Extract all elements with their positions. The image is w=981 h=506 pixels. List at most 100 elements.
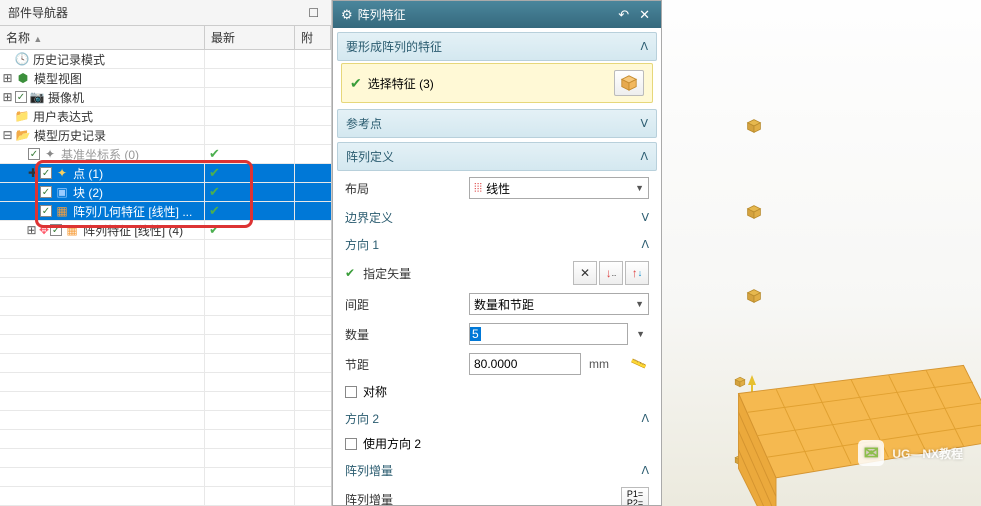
tree-row-csys[interactable]: ✦ 基准坐标系 (0) ✔ — [0, 145, 331, 164]
close-icon[interactable]: ☐ — [304, 6, 323, 20]
empty-row — [0, 487, 331, 506]
wechat-icon: ✉ — [858, 440, 884, 466]
gear-icon[interactable]: ⚙ — [341, 7, 353, 23]
count-input[interactable]: 5 — [469, 323, 628, 345]
chevron-up-icon: ᐱ — [641, 238, 649, 251]
small-cube — [746, 204, 762, 220]
pattern-feature-dialog: ⚙ 阵列特征 ↶ ✕ 要形成阵列的特征 ᐱ ✔ 选择特征 (3) — [332, 0, 662, 506]
empty-row — [0, 430, 331, 449]
chevron-up-icon: ᐱ — [640, 150, 648, 163]
pitch-unit: mm — [585, 357, 625, 371]
chevron-down-icon[interactable]: ▼ — [632, 329, 649, 339]
tree-row-pattern-feat[interactable]: ⊞ ✥ ▦ 阵列特征 [线性] (4) ✔ — [0, 221, 331, 240]
layout-label: 布局 — [345, 180, 465, 197]
col-latest[interactable]: 最新 — [205, 26, 295, 49]
navigator-title: 部件导航器 — [8, 4, 68, 21]
tree-row-pattern-geom[interactable]: ▦ 阵列几何特征 [线性] ... ✔ — [0, 202, 331, 221]
modelview-icon: ⬢ — [15, 70, 31, 86]
use-dir2-row[interactable]: 使用方向 2 — [333, 431, 661, 456]
check-icon: ✔ — [209, 146, 220, 162]
pattern-feat-icon: ▦ — [64, 222, 80, 238]
checkbox[interactable] — [40, 167, 52, 179]
model-block — [701, 316, 981, 506]
expand-icon[interactable]: ⊞ — [2, 73, 13, 84]
close-icon[interactable]: ✕ — [636, 7, 653, 23]
expand-icon[interactable]: ⊞ — [2, 92, 13, 103]
p1p2-button[interactable]: P1=P2= — [621, 487, 649, 505]
section-select-features[interactable]: 要形成阵列的特征 ᐱ — [337, 32, 657, 61]
undo-icon[interactable]: ↶ — [615, 7, 632, 23]
folder-icon: 📁 — [14, 108, 30, 124]
checkbox[interactable] — [345, 386, 357, 398]
section-pattern-def[interactable]: 阵列定义 ᐱ — [337, 142, 657, 171]
tree-row-block[interactable]: ▣ 块 (2) ✔ — [0, 183, 331, 202]
section-increment[interactable]: 阵列增量 ᐱ — [333, 456, 661, 483]
checkbox[interactable] — [40, 186, 52, 198]
spec-vector-row: ✔ 指定矢量 ✕ ↓.. ↑↓ — [333, 257, 661, 289]
plus-icon: ✚ — [28, 166, 38, 180]
small-cube — [746, 118, 762, 134]
section-boundary[interactable]: 边界定义 ᐯ — [333, 203, 661, 230]
dialog-title: 阵列特征 — [358, 6, 406, 23]
vector-reverse-button[interactable]: ✕ — [573, 261, 597, 285]
empty-row — [0, 335, 331, 354]
select-feature-button[interactable] — [614, 70, 644, 96]
section-dir2[interactable]: 方向 2 ᐱ — [333, 404, 661, 431]
checkbox[interactable] — [50, 224, 62, 236]
chevron-down-icon: ᐯ — [640, 117, 648, 130]
check-icon: ✔ — [350, 75, 362, 92]
spacing-label: 间距 — [345, 296, 465, 313]
tree-row-history-mode[interactable]: 🕓 历史记录模式 — [0, 50, 331, 69]
pitch-row: 节距 mm 📏 — [333, 349, 661, 379]
pitch-label: 节距 — [345, 356, 465, 373]
check-icon: ✔ — [209, 184, 220, 200]
select-feature-row[interactable]: ✔ 选择特征 (3) — [341, 63, 653, 103]
symmetry-row[interactable]: 对称 — [333, 379, 661, 404]
layout-dropdown[interactable]: ⦙⦙⦙ 线性 ▼ — [469, 177, 649, 199]
navigator-columns: 名称 ▲ 最新 附 — [0, 26, 331, 50]
graphics-viewport[interactable]: ✉ UG—NX教程 — [662, 0, 981, 506]
ruler-icon[interactable]: 📏 — [627, 354, 651, 374]
checkbox[interactable] — [345, 438, 357, 450]
vector-flip-button[interactable]: ↑↓ — [625, 261, 649, 285]
folder-open-icon: 📂 — [15, 127, 31, 143]
symmetry-label: 对称 — [363, 383, 387, 400]
checkbox[interactable] — [15, 91, 27, 103]
tree-row-user-expr[interactable]: 📁 用户表达式 — [0, 107, 331, 126]
pattern-geom-icon: ▦ — [54, 203, 70, 219]
increment-label: 阵列增量 — [345, 491, 617, 506]
empty-row — [0, 449, 331, 468]
count-row: 数量 5 ▼ — [333, 319, 661, 349]
collapse-icon[interactable]: ⊟ — [2, 130, 13, 141]
tree-row-camera[interactable]: ⊞ 📷 摄像机 — [0, 88, 331, 107]
linear-icon: ⦙⦙⦙ — [474, 181, 482, 196]
vector-infer-button[interactable]: ↓.. — [599, 261, 623, 285]
expand-icon[interactable]: ⊞ — [26, 225, 37, 236]
small-cube — [746, 288, 762, 304]
col-last[interactable]: 附 — [295, 26, 331, 49]
checkbox[interactable] — [40, 205, 52, 217]
navigator-tree[interactable]: 🕓 历史记录模式 ⊞ ⬢ 模型视图 ⊞ 📷 摄像机 — [0, 50, 331, 506]
history-icon: 🕓 — [14, 51, 30, 67]
check-icon: ✔ — [345, 266, 355, 280]
section-ref-point[interactable]: 参考点 ᐯ — [337, 109, 657, 138]
check-icon: ✔ — [209, 222, 220, 238]
csys-icon: ✦ — [42, 146, 58, 162]
spacing-row: 间距 数量和节距 ▼ — [333, 289, 661, 319]
chevron-up-icon: ᐱ — [640, 40, 648, 53]
empty-row — [0, 373, 331, 392]
increment-row: 阵列增量 P1=P2= — [333, 483, 661, 505]
tree-row-model-history[interactable]: ⊟ 📂 模型历史记录 — [0, 126, 331, 145]
camera-icon: 📷 — [29, 89, 45, 105]
checkbox[interactable] — [28, 148, 40, 160]
tree-row-point[interactable]: ✚ ✦ 点 (1) ✔ — [0, 164, 331, 183]
dialog-titlebar[interactable]: ⚙ 阵列特征 ↶ ✕ — [333, 1, 661, 28]
empty-row — [0, 259, 331, 278]
pitch-input[interactable] — [469, 353, 581, 375]
empty-row — [0, 278, 331, 297]
spacing-dropdown[interactable]: 数量和节距 ▼ — [469, 293, 649, 315]
empty-row — [0, 468, 331, 487]
col-name[interactable]: 名称 ▲ — [0, 26, 205, 49]
section-dir1[interactable]: 方向 1 ᐱ — [333, 230, 661, 257]
tree-row-model-view[interactable]: ⊞ ⬢ 模型视图 — [0, 69, 331, 88]
